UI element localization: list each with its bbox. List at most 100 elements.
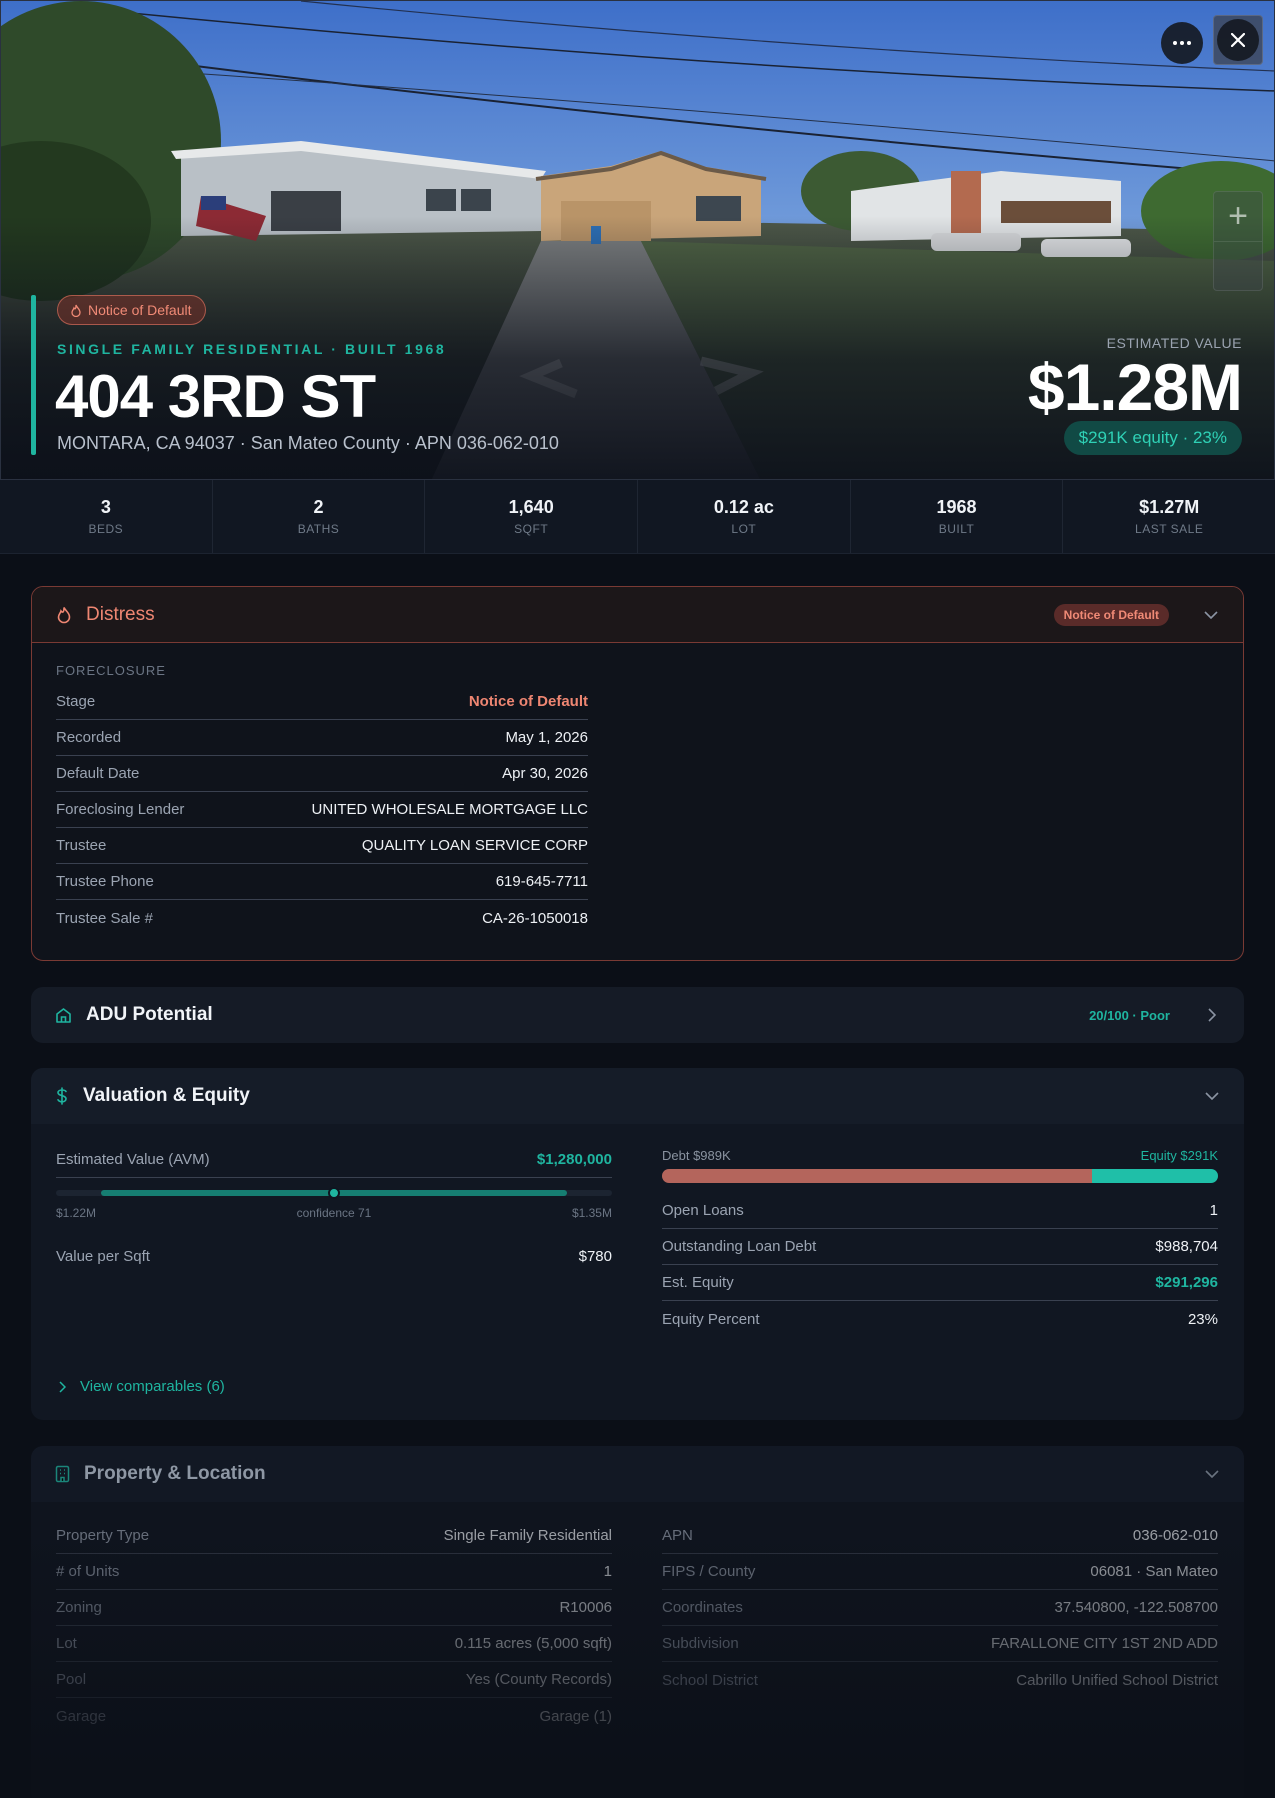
equity-pill: $291K equity · 23% (1063, 421, 1242, 455)
close-button[interactable] (1217, 19, 1259, 61)
detail-key: Coordinates (662, 1599, 743, 1616)
detail-value: Single Family Residential (443, 1527, 612, 1544)
stat-sqft: 1,640 SQFT (425, 480, 639, 553)
row-lot: Lot 0.115 acres (5,000 sqft) (56, 1626, 612, 1662)
view-comparables-label: View comparables (6) (80, 1378, 225, 1395)
detail-key: Lot (56, 1635, 77, 1652)
row-coordinates: Coordinates 37.540800, -122.508700 (662, 1590, 1218, 1626)
valuation-title: Valuation & Equity (83, 1085, 250, 1106)
adu-card-header[interactable]: ADU Potential 20/100 · Poor (31, 987, 1244, 1043)
adu-score: 20/100 · Poor (1089, 1007, 1170, 1023)
detail-value: 0.115 acres (5,000 sqft) (454, 1635, 612, 1652)
detail-key: Garage (56, 1707, 107, 1725)
detail-value: 619-645-7711 (495, 873, 588, 890)
home-icon (56, 1007, 71, 1023)
stat-value: 0.12 ac (713, 497, 774, 517)
chevron-right-icon[interactable] (1204, 1007, 1220, 1023)
adu-title: ADU Potential (86, 1004, 213, 1025)
estimated-value: $1.28M (1027, 350, 1243, 424)
debt-equity-bar (662, 1169, 1218, 1183)
row-zoning: Zoning R10006 (56, 1590, 612, 1626)
avm-label: Estimated Value (AVM) (56, 1151, 210, 1168)
stat-lot: 0.12 ac LOT (638, 480, 851, 553)
row-fips-county: FIPS / County 06081 · San Mateo (662, 1554, 1218, 1590)
row-open-loans: Open Loans 1 (662, 1193, 1218, 1229)
detail-key: # of Units (56, 1563, 120, 1580)
foreclosure-details: FORECLOSURE Stage Notice of Default Reco… (32, 643, 612, 936)
detail-row-recorded: Recorded May 1, 2026 (56, 720, 588, 756)
detail-row-trustee-sale: Trustee Sale # CA-26-1050018 (56, 900, 588, 936)
detail-value: Cabrillo Unified School District (1016, 1671, 1218, 1689)
detail-key: Recorded (56, 729, 122, 746)
view-comparables-link[interactable]: View comparables (6) (59, 1378, 225, 1395)
detail-value: 1 (1209, 1202, 1218, 1219)
detail-value: $291,296 (1155, 1274, 1218, 1291)
foreclosure-section-label: FORECLOSURE (56, 663, 166, 678)
property-address: 404 3RD ST (55, 363, 376, 430)
row-property-type: Property Type Single Family Residential (56, 1518, 612, 1554)
stat-label: BUILT (938, 522, 975, 536)
stat-value: 3 (100, 497, 111, 517)
detail-value: 06081 · San Mateo (1090, 1563, 1218, 1580)
building-icon (55, 1465, 70, 1483)
avm-column: Estimated Value (AVM) $1,280,000 $1.22M … (56, 1142, 612, 1274)
detail-key: Trustee (56, 837, 107, 854)
stat-last-sale: $1.27M LAST SALE (1063, 480, 1275, 553)
avm-range (56, 1184, 612, 1212)
detail-value: May 1, 2026 (505, 729, 588, 746)
stat-label: LAST SALE (1135, 522, 1204, 536)
detail-key: Stage (56, 693, 96, 710)
property-location-card: Property & Location Property Type Single… (31, 1446, 1244, 1798)
detail-key: Outstanding Loan Debt (662, 1238, 817, 1255)
stat-value: 1,640 (508, 497, 554, 517)
more-horizontal-icon (1173, 41, 1191, 45)
status-badge: Notice of Default (57, 295, 206, 325)
row-apn: APN 036-062-010 (662, 1518, 1218, 1554)
zoom-control: + (1213, 191, 1263, 291)
property-card-header[interactable]: Property & Location (31, 1446, 1244, 1502)
property-kicker: SINGLE FAMILY RESIDENTIAL · BUILT 1968 (57, 341, 447, 357)
distress-card-header[interactable]: Distress Notice of Default (32, 587, 1243, 643)
detail-value: 1 (603, 1563, 612, 1580)
property-right-column: APN 036-062-010 FIPS / County 06081 · Sa… (662, 1518, 1218, 1698)
chevron-down-icon[interactable] (1204, 1466, 1220, 1482)
debt-equity-labels: Debt $989K Equity $291K (662, 1148, 1218, 1163)
stat-label: SQFT (514, 522, 549, 536)
stat-value: 1968 (936, 497, 977, 517)
valuation-card-header[interactable]: Valuation & Equity (31, 1068, 1244, 1124)
stat-value: 2 (313, 497, 324, 517)
row-garage: Garage Garage (1) (56, 1698, 612, 1734)
zoom-in-button[interactable]: + (1214, 192, 1262, 242)
property-left-column: Property Type Single Family Residential … (56, 1518, 612, 1734)
detail-value: 23% (1187, 1310, 1218, 1328)
vps-label: Value per Sqft (56, 1247, 150, 1265)
detail-row-default-date: Default Date Apr 30, 2026 (56, 756, 588, 792)
zoom-out-button[interactable] (1214, 242, 1262, 290)
row-subdivision: Subdivision FARALLONE CITY 1ST 2ND ADD (662, 1626, 1218, 1662)
stat-label: LOT (731, 522, 757, 536)
close-button-frame (1213, 15, 1263, 65)
detail-row-trustee: Trustee QUALITY LOAN SERVICE CORP (56, 828, 588, 864)
detail-key: Foreclosing Lender (56, 801, 185, 818)
more-options-button[interactable] (1161, 22, 1203, 64)
detail-value: Apr 30, 2026 (502, 765, 588, 782)
property-location-line: MONTARA, CA 94037 · San Mateo County · A… (57, 433, 559, 453)
detail-value: UNITED WHOLESALE MORTGAGE LLC (311, 801, 588, 818)
adu-potential-card[interactable]: ADU Potential 20/100 · Poor (31, 987, 1244, 1043)
status-badge-label: Notice of Default (88, 302, 192, 318)
avm-value: $1,280,000 (536, 1151, 612, 1168)
row-est-equity: Est. Equity $291,296 (662, 1265, 1218, 1301)
detail-value: R10006 (559, 1599, 612, 1616)
debt-segment (662, 1169, 1092, 1183)
row-school-district: School District Cabrillo Unified School … (662, 1662, 1218, 1698)
property-stats-bar: 3 BEDS 2 BATHS 1,640 SQFT 0.12 ac LOT 19… (0, 480, 1275, 554)
detail-value: $988,704 (1155, 1238, 1218, 1255)
chevron-down-icon[interactable] (1204, 1088, 1220, 1104)
stat-built: 1968 BUILT (851, 480, 1064, 553)
hero-accent-bar (31, 295, 36, 455)
chevron-down-icon[interactable] (1203, 607, 1219, 623)
equity-column: Debt $989K Equity $291K Open Loans 1 Out… (662, 1148, 1218, 1337)
property-title: Property & Location (84, 1463, 266, 1484)
detail-value: Yes (County Records) (465, 1671, 612, 1688)
hero-street-view: + Notice of Default SINGLE FAMILY RESIDE… (0, 0, 1275, 480)
